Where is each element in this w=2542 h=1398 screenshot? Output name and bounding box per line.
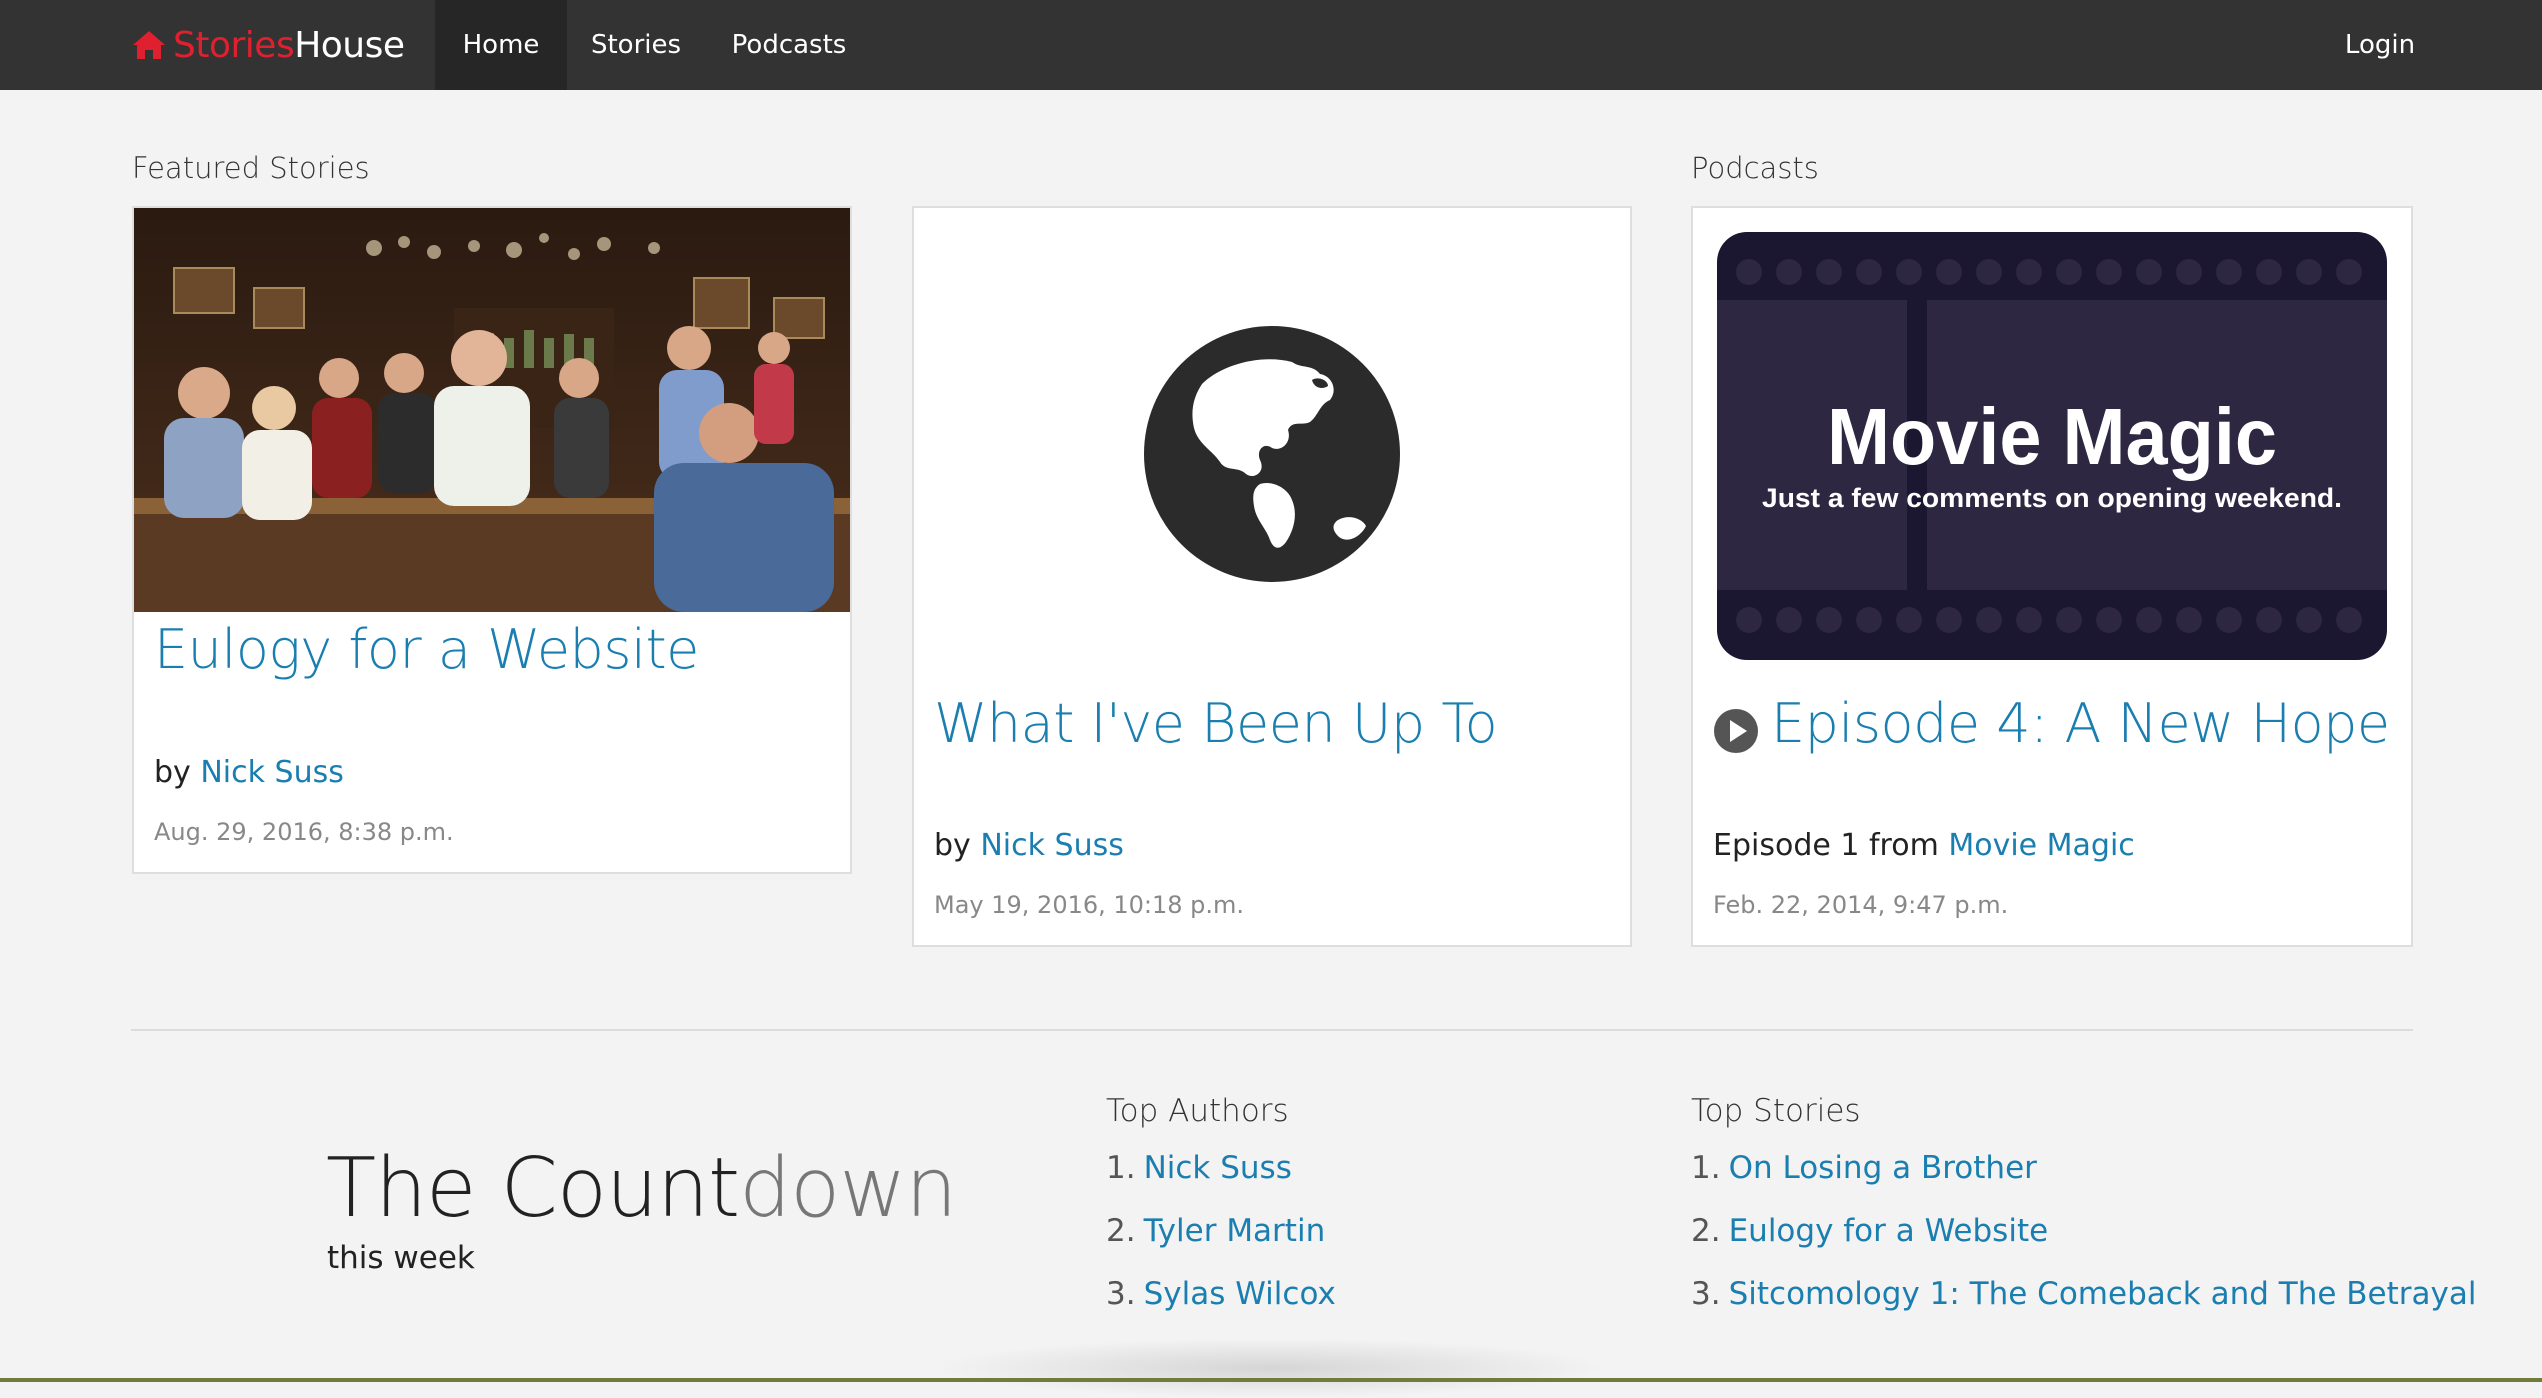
by-prefix: by <box>934 828 971 863</box>
nav-home[interactable]: Home <box>435 0 567 90</box>
top-stories-heading: Top Stories <box>1691 1093 1861 1129</box>
top-author-item: 1. Nick Suss <box>1106 1150 1292 1186</box>
countdown-subtitle: this week <box>327 1240 475 1276</box>
top-story-item: 2. Eulogy for a Website <box>1691 1213 2048 1249</box>
featured-stories-heading: Featured Stories <box>132 151 370 185</box>
podcast-cover-subtitle: Just a few comments on opening weekend. <box>1762 483 2342 513</box>
episode-date: Feb. 22, 2014, 9:47 p.m. <box>1713 891 2009 919</box>
countdown-title-part1: The Count <box>326 1141 740 1236</box>
top-author-item: 2. Tyler Martin <box>1106 1213 1325 1249</box>
footer-shadow <box>930 1338 1610 1398</box>
story-byline: by Nick Suss <box>934 828 1124 863</box>
by-prefix: by <box>154 755 191 790</box>
podcasts-heading: Podcasts <box>1691 151 1819 185</box>
rank-number: 2. <box>1106 1213 1136 1249</box>
top-story-link[interactable]: Eulogy for a Website <box>1729 1213 2049 1249</box>
top-story-item: 3. Sitcomology 1: The Comeback and The Be… <box>1691 1276 2476 1312</box>
nav-login[interactable]: Login <box>2330 0 2430 90</box>
story-byline: by Nick Suss <box>154 755 344 790</box>
top-navbar: Stories House Home Stories Podcasts Login <box>0 0 2542 90</box>
show-link[interactable]: Movie Magic <box>1948 828 2134 863</box>
top-authors-heading: Top Authors <box>1106 1093 1289 1129</box>
podcast-card[interactable]: Movie Magic Just a few comments on openi… <box>1691 206 2413 947</box>
countdown-title: The Countdown <box>326 1148 957 1230</box>
bottom-edge-bar <box>0 1378 2542 1382</box>
story-title-link[interactable]: What I've Been Up To <box>934 692 1498 755</box>
section-divider <box>131 1029 2413 1031</box>
brand-name-part1: Stories <box>173 24 295 66</box>
story-date: May 19, 2016, 10:18 p.m. <box>934 891 1245 919</box>
story-date: Aug. 29, 2016, 8:38 p.m. <box>154 818 454 846</box>
story-card[interactable]: What I've Been Up To by Nick Suss May 19… <box>912 206 1632 947</box>
play-icon[interactable] <box>1713 708 1759 754</box>
home-icon <box>133 31 165 59</box>
top-author-link[interactable]: Tyler Martin <box>1144 1213 1326 1249</box>
bar-scene-photo[interactable] <box>134 208 850 612</box>
top-story-item: 1. On Losing a Brother <box>1691 1150 2037 1186</box>
story-title-link[interactable]: Eulogy for a Website <box>154 618 699 681</box>
rank-number: 3. <box>1106 1276 1136 1312</box>
top-author-item: 3. Sylas Wilcox <box>1106 1276 1336 1312</box>
top-author-link[interactable]: Nick Suss <box>1144 1150 1292 1186</box>
episode-prefix: Episode 1 from <box>1713 828 1939 863</box>
rank-number: 2. <box>1691 1213 1721 1249</box>
rank-number: 3. <box>1691 1276 1721 1312</box>
podcast-cover-title: Movie Magic <box>1827 392 2277 481</box>
nav-podcasts[interactable]: Podcasts <box>716 0 862 90</box>
top-story-link[interactable]: Sitcomology 1: The Comeback and The Betr… <box>1729 1276 2477 1312</box>
story-card[interactable]: Eulogy for a Website by Nick Suss Aug. 2… <box>132 206 852 874</box>
brand-logo[interactable]: Stories House <box>131 0 405 90</box>
top-story-link[interactable]: On Losing a Brother <box>1729 1150 2037 1186</box>
nav-stories[interactable]: Stories <box>574 0 698 90</box>
author-link[interactable]: Nick Suss <box>980 828 1124 863</box>
countdown-title-part2: down <box>739 1141 957 1236</box>
brand-name-part2: House <box>294 24 405 66</box>
rank-number: 1. <box>1691 1150 1721 1186</box>
author-link[interactable]: Nick Suss <box>200 755 344 790</box>
globe-icon[interactable] <box>1142 324 1402 584</box>
rank-number: 1. <box>1106 1150 1136 1186</box>
top-author-link[interactable]: Sylas Wilcox <box>1144 1276 1336 1312</box>
episode-byline: Episode 1 from Movie Magic <box>1713 828 2135 863</box>
episode-title-link[interactable]: Episode 4: A New Hope <box>1771 692 2390 755</box>
podcast-cover-image[interactable]: Movie Magic Just a few comments on openi… <box>1717 232 2387 660</box>
